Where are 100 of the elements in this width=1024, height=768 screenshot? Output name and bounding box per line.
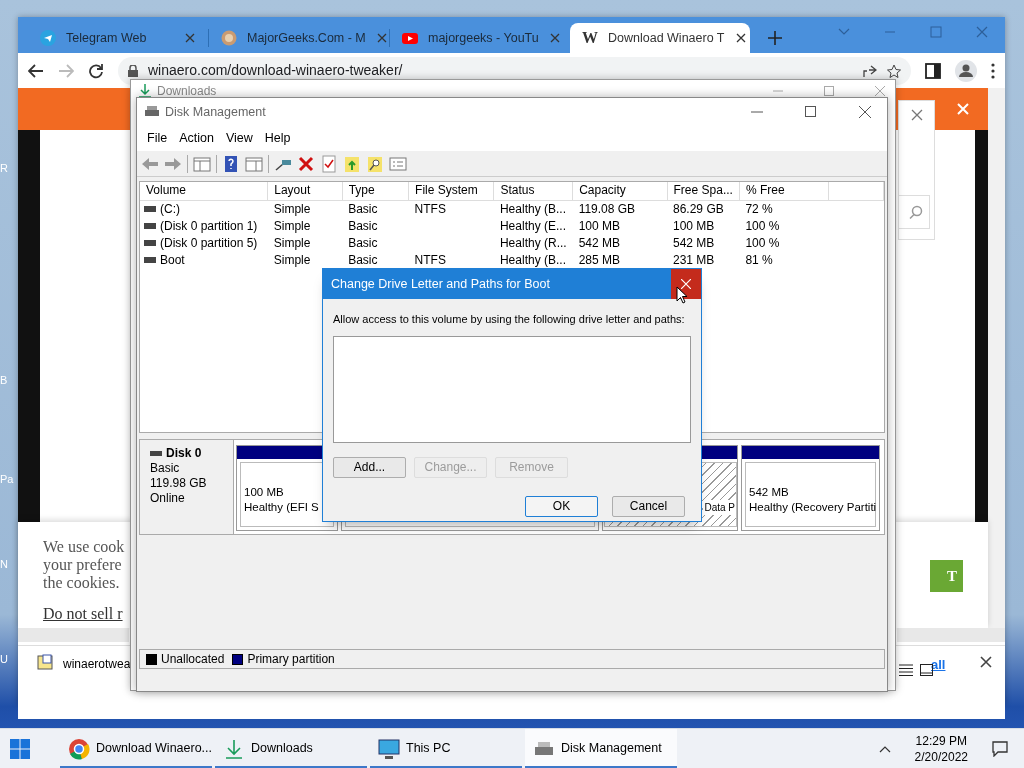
- close-icon[interactable]: [980, 656, 992, 668]
- table-cell: 100 MB: [673, 218, 715, 233]
- browser-tab[interactable]: W Download Winaero T: [570, 23, 750, 53]
- column-header[interactable]: Capacity: [572, 182, 667, 200]
- search-icon: [909, 205, 923, 219]
- table-cell: Healthy (B...: [499, 252, 566, 267]
- table-cell: 81 %: [745, 252, 773, 267]
- action-pane-icon[interactable]: [245, 154, 263, 173]
- partition-status: Healthy (EFI S: [244, 500, 320, 515]
- menu-item[interactable]: Action: [173, 129, 220, 148]
- avatar-icon: [221, 30, 237, 46]
- browser-tab[interactable]: Telegram Web: [28, 23, 208, 53]
- browser-tab[interactable]: MajorGeeks.Com - M: [209, 23, 389, 53]
- menu-icon[interactable]: [991, 62, 995, 79]
- browser-tab[interactable]: majorgeeks - YouTu: [390, 23, 570, 53]
- chevron-up-icon[interactable]: [878, 744, 891, 753]
- help-icon[interactable]: [222, 154, 240, 173]
- taskbar-item[interactable]: Disk Management: [525, 728, 677, 768]
- table-cell: Healthy (B...: [499, 201, 566, 216]
- table-cell: (C:): [160, 200, 180, 217]
- close-icon[interactable]: [859, 106, 871, 118]
- table-cell: (Disk 0 partition 1): [160, 217, 258, 234]
- ok-button[interactable]: OK: [525, 495, 598, 517]
- window-icon[interactable]: [920, 664, 933, 676]
- table-cell: NTFS: [414, 252, 446, 267]
- column-header[interactable]: Status: [493, 182, 573, 200]
- side-panel-icon[interactable]: [925, 62, 941, 79]
- column-header[interactable]: File System: [408, 182, 494, 200]
- menu-item[interactable]: Help: [258, 129, 297, 148]
- chrome-icon: [68, 737, 90, 760]
- table-cell: 100 MB: [578, 218, 620, 233]
- drive-icon: [150, 451, 162, 456]
- download-icon: [139, 84, 151, 98]
- table-cell: 542 MB: [673, 235, 715, 250]
- maximize-icon[interactable]: [805, 106, 817, 118]
- archive-icon: [37, 654, 53, 670]
- privacy-link[interactable]: Do not sell r: [43, 602, 123, 626]
- window-title: Disk Management: [165, 103, 266, 121]
- table-cell: Simple: [273, 252, 311, 267]
- download-file-name[interactable]: winaerotwea: [63, 655, 131, 673]
- disk-type: Basic: [150, 461, 181, 476]
- add-button[interactable]: Add...: [333, 456, 406, 478]
- table-cell: Healthy (E...: [499, 218, 566, 233]
- table-cell: Boot: [160, 251, 185, 268]
- mouse-pointer-icon: [676, 286, 688, 304]
- back-icon[interactable]: [28, 63, 44, 78]
- disk-management-icon: [145, 106, 159, 118]
- window-title: Downloads: [157, 83, 217, 100]
- partition[interactable]: 542 MB Healthy (Recovery Partiti: [741, 445, 880, 531]
- column-header[interactable]: Layout: [267, 182, 343, 200]
- taskbar-item[interactable]: Downloads: [215, 728, 367, 768]
- console-tree-icon[interactable]: [193, 154, 211, 173]
- table-cell: Basic: [348, 201, 378, 216]
- properties-icon[interactable]: [389, 154, 407, 173]
- table-cell: Basic: [348, 218, 378, 233]
- path-list[interactable]: [333, 335, 691, 443]
- close-icon[interactable]: [734, 32, 747, 44]
- table-cell: 285 MB: [578, 252, 620, 267]
- start-icon[interactable]: [10, 738, 30, 759]
- clock[interactable]: 12:29 PM 2/20/2022: [914, 732, 968, 765]
- table-cell: Basic: [348, 235, 378, 250]
- table-cell: Basic: [348, 252, 378, 267]
- folder-up-icon[interactable]: [343, 154, 361, 173]
- new-tab-icon[interactable]: [768, 31, 782, 45]
- prompt-text: Allow access to this volume by using the following drive letter and paths:: [333, 312, 686, 327]
- table-cell: Simple: [273, 235, 311, 250]
- table-cell: Healthy (R...: [499, 235, 567, 250]
- share-icon[interactable]: [863, 63, 877, 78]
- legend-label: Unallocated: [161, 651, 225, 668]
- menu-item[interactable]: View: [219, 129, 259, 148]
- scrollbar-track[interactable]: [18, 628, 129, 642]
- delete-icon[interactable]: [297, 154, 315, 173]
- drive-icon: [144, 256, 156, 263]
- table-cell: Simple: [273, 201, 311, 216]
- reload-icon[interactable]: [88, 62, 104, 79]
- column-header[interactable]: Type: [342, 182, 409, 200]
- cancel-button[interactable]: Cancel: [612, 495, 685, 517]
- favicon: W: [582, 28, 598, 48]
- cookie-notice: We use cook your prefere the cookies.: [43, 538, 125, 592]
- folder-search-icon[interactable]: [366, 154, 384, 173]
- table-cell: 119.08 GB: [578, 201, 636, 216]
- search-field[interactable]: [898, 195, 930, 229]
- column-header[interactable]: Volume: [140, 182, 268, 200]
- taskbar-item[interactable]: This PC: [370, 728, 522, 768]
- partition-status: Data P: [703, 500, 736, 515]
- column-header[interactable]: Free Spa...: [667, 182, 740, 200]
- checklist-icon[interactable]: [320, 154, 338, 173]
- list-view-icon[interactable]: [899, 664, 913, 676]
- monitor-icon: [378, 737, 400, 760]
- table-cell: 86.29 GB: [673, 201, 724, 216]
- column-header[interactable]: % Free: [739, 182, 829, 200]
- table-cell: NTFS: [414, 201, 446, 216]
- profile-icon[interactable]: [955, 59, 977, 82]
- scrollbar-track[interactable]: [897, 628, 1005, 642]
- star-icon[interactable]: [887, 63, 901, 78]
- taskbar-item[interactable]: Download Winaero...: [60, 728, 212, 768]
- drive-icon: [144, 222, 156, 229]
- menu-item[interactable]: File: [141, 129, 174, 148]
- notification-icon[interactable]: [992, 740, 1008, 757]
- table-cell: 100 %: [745, 218, 780, 233]
